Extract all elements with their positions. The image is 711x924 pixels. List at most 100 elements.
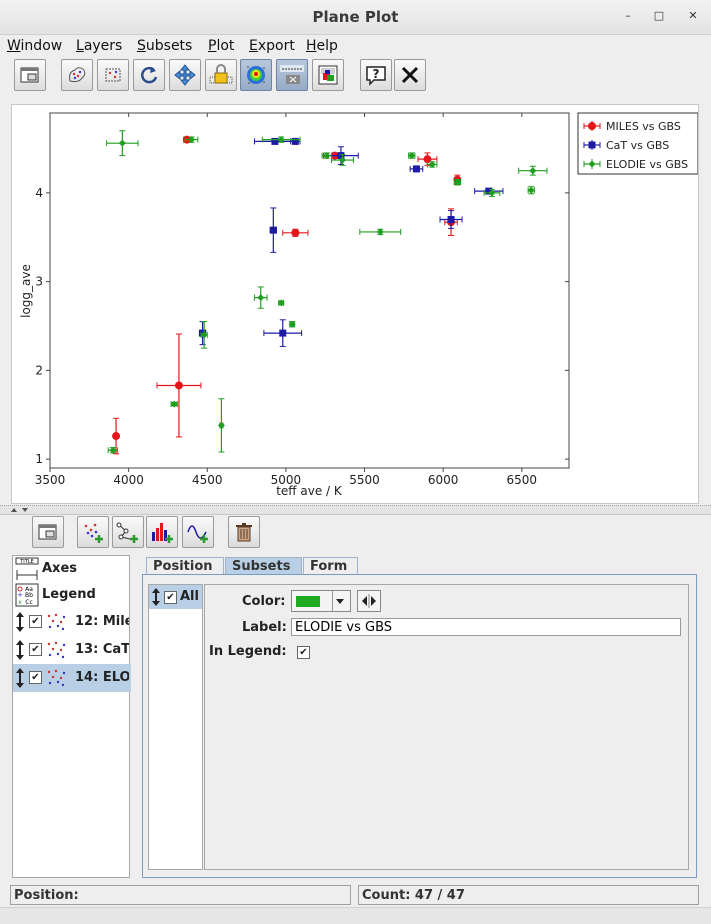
- maximize-button[interactable]: □: [652, 9, 666, 23]
- svg-text:Bb: Bb: [25, 592, 33, 599]
- layer-checkbox-12[interactable]: ✔: [29, 615, 42, 628]
- add-subset-layer-button[interactable]: [77, 516, 109, 548]
- plot-panel[interactable]: 3500 4000 4500 5000 5500 6000 6500 1 2 3 4 teff av…: [11, 104, 699, 504]
- pan-zoom-icon: [174, 64, 196, 86]
- color-swatch: [296, 596, 320, 607]
- menu-window[interactable]: Window: [7, 38, 62, 54]
- layer-checkbox-13[interactable]: ✔: [29, 643, 42, 656]
- layer-label-axes: Axes: [42, 561, 78, 576]
- aspect-lock-icon: [209, 64, 233, 84]
- chart-legend[interactable]: MILES vs GBS CaT vs GBS ELODIE vs GBS: [577, 112, 698, 175]
- svg-text:Cc: Cc: [25, 599, 33, 606]
- draw-subset-icon: [69, 67, 86, 83]
- count-status: Count: 47 / 47: [358, 885, 699, 905]
- help-button[interactable]: ?: [360, 59, 392, 91]
- pan-zoom-button[interactable]: [169, 59, 201, 91]
- add-histogram-layer-button[interactable]: [146, 516, 178, 548]
- layer-label-legend: Legend: [42, 587, 96, 602]
- subset-list[interactable]: ✔ All: [148, 584, 203, 870]
- heatmap-button[interactable]: [240, 59, 272, 91]
- layer-label-12: 12: Mile: [75, 614, 129, 629]
- x-axis-label: teff ave / K: [276, 484, 343, 498]
- svg-text:?: ?: [373, 67, 380, 81]
- subset-checkbox-all[interactable]: ✔: [164, 591, 177, 604]
- legend-list-icon: Aa+ Bbx Cc: [15, 583, 39, 607]
- x-tick-label: 3500: [35, 473, 66, 487]
- tab-position[interactable]: Position: [146, 557, 224, 575]
- menu-layers[interactable]: Layers: [76, 38, 122, 54]
- drag-handle-icon[interactable]: [15, 667, 25, 689]
- new-window-icon: [20, 67, 39, 83]
- scatter-layer-icon: [47, 669, 66, 687]
- layer-item-12[interactable]: ✔ 12: Mile: [13, 609, 131, 635]
- horizontal-scrollbar[interactable]: [0, 907, 711, 924]
- svg-text:TITLE: TITLE: [19, 559, 34, 565]
- new-window-button[interactable]: [14, 59, 46, 91]
- plot-area[interactable]: [49, 112, 570, 469]
- window-title: Plane Plot: [312, 8, 399, 26]
- draw-subset-button[interactable]: [61, 59, 93, 91]
- x-tick-label: 4000: [113, 473, 144, 487]
- delete-layer-button[interactable]: [228, 516, 260, 548]
- tab-form[interactable]: Form: [303, 557, 358, 575]
- draw-region-button[interactable]: [97, 59, 129, 91]
- close-window-button[interactable]: ✕: [686, 9, 700, 23]
- y-tick-label: 4: [35, 186, 43, 200]
- menu-export[interactable]: Export: [249, 38, 295, 54]
- title-bar: Plane Plot – □ ✕: [0, 0, 711, 35]
- scatter-layer-icon: [47, 613, 66, 631]
- scatter-layer-icon: [47, 641, 66, 659]
- legend-label: ELODIE vs GBS: [606, 158, 688, 171]
- subset-label-all: All: [180, 589, 199, 604]
- layer-item-13[interactable]: ✔ 13: CaT: [13, 637, 131, 663]
- help-icon: ?: [366, 66, 386, 86]
- aspect-lock-button[interactable]: [205, 59, 237, 91]
- y-tick-label: 3: [35, 275, 43, 289]
- drag-handle-icon[interactable]: [15, 639, 25, 661]
- in-legend-checkbox[interactable]: ✔: [297, 646, 310, 659]
- elodie-data-point[interactable]: [288, 320, 296, 328]
- menu-subsets[interactable]: Subsets: [137, 38, 192, 54]
- add-connector-layer-button[interactable]: [112, 516, 144, 548]
- drag-handle-icon[interactable]: [15, 611, 25, 633]
- layer-toolbar: [11, 513, 701, 553]
- color-combo[interactable]: [291, 590, 351, 612]
- draw-region-icon: [105, 68, 121, 82]
- layer-item-14[interactable]: ✔ 14: ELOI: [13, 664, 131, 692]
- menu-help[interactable]: Help: [306, 38, 338, 54]
- layer-item-legend[interactable]: Aa + Bb x Cc Legend: [13, 582, 131, 608]
- subset-item-all[interactable]: ✔ All: [149, 585, 202, 609]
- layer-list[interactable]: TITLE Axes Aa + Bb x Cc Legend ✔ 12: Mile ✔ …: [12, 555, 131, 878]
- rescale-button[interactable]: [133, 59, 165, 91]
- layer-checkbox-14[interactable]: ✔: [29, 671, 42, 684]
- label-input[interactable]: [291, 618, 681, 636]
- label-label: Label:: [242, 620, 287, 635]
- drag-handle-icon[interactable]: [151, 587, 161, 607]
- elodie-data-point[interactable]: [277, 299, 285, 307]
- elodie-data-point[interactable]: [453, 178, 461, 186]
- layer-label-13: 13: CaT: [75, 642, 129, 657]
- legend-label: CaT vs GBS: [606, 139, 669, 152]
- layer-item-axes[interactable]: TITLE Axes: [13, 556, 131, 582]
- window-icon: [38, 524, 57, 540]
- layer-label-14: 14: ELOI: [75, 670, 129, 685]
- minimize-button[interactable]: –: [621, 9, 635, 23]
- svg-text:+: +: [17, 591, 23, 599]
- tab-subsets[interactable]: Subsets: [225, 557, 302, 575]
- close-plot-button[interactable]: [394, 59, 426, 91]
- menu-plot[interactable]: Plot: [208, 38, 234, 54]
- add-function-layer-button[interactable]: [182, 516, 214, 548]
- add-histogram-layer-icon: [152, 523, 173, 543]
- scatter-plot[interactable]: 3500 4000 4500 5000 5500 6000 65001234 teff av…: [12, 105, 698, 503]
- legend-button[interactable]: [312, 59, 344, 91]
- y-tick-label: 1: [35, 452, 43, 466]
- elodie-data-point[interactable]: [408, 152, 416, 160]
- y-axis-label: logg_ave: [19, 264, 33, 318]
- color-prev-button[interactable]: [357, 590, 381, 612]
- float-controls-button[interactable]: [32, 516, 64, 548]
- chevron-down-icon: [332, 591, 344, 611]
- cat-data-point[interactable]: [290, 137, 301, 145]
- grid-icon: [280, 65, 304, 84]
- grid-button[interactable]: [276, 59, 308, 91]
- x-tick-label: 6000: [428, 473, 459, 487]
